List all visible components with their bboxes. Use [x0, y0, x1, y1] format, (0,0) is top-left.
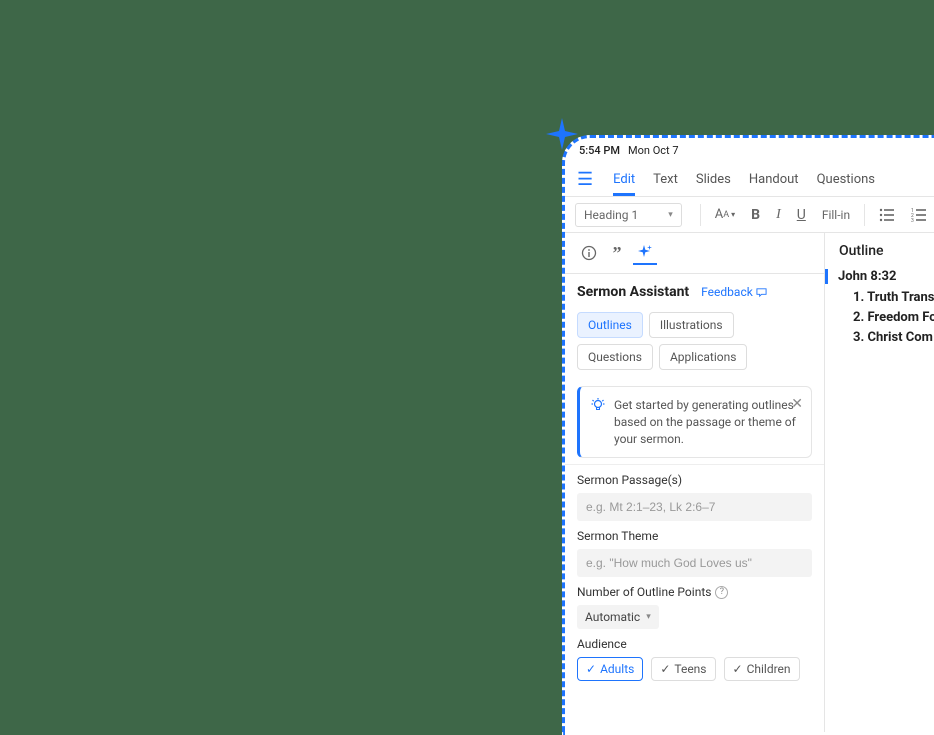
feedback-link[interactable]: Feedback [701, 285, 767, 299]
underline-button[interactable]: U [791, 203, 812, 227]
theme-input[interactable] [577, 549, 812, 577]
pill-questions[interactable]: Questions [577, 344, 653, 370]
theme-label: Sermon Theme [577, 529, 812, 543]
hint-box: Get started by generating outlines based… [577, 386, 812, 458]
outline-reference[interactable]: John 8:32 [825, 269, 934, 284]
main-tabs: ☰ Edit Text Slides Handout Questions [565, 163, 934, 197]
pill-illustrations[interactable]: Illustrations [649, 312, 734, 338]
tab-edit[interactable]: Edit [613, 164, 635, 195]
status-date: Mon Oct 7 [628, 144, 679, 157]
chip-children[interactable]: ✓ Children [724, 657, 800, 681]
chevron-down-icon: ▾ [646, 612, 651, 622]
menu-icon[interactable]: ☰ [577, 169, 593, 190]
assistant-title: Sermon Assistant [577, 284, 689, 300]
audience-label: Audience [577, 637, 812, 651]
outline-panel: Outline John 8:32 1. Truth Trans 2. Free… [825, 233, 934, 732]
close-icon[interactable]: ✕ [791, 395, 803, 415]
pill-outlines[interactable]: Outlines [577, 312, 643, 338]
points-value: Automatic [585, 610, 640, 624]
chat-icon [756, 287, 767, 298]
audience-chips: ✓ Adults ✓ Teens ✓ Children [577, 657, 812, 681]
main-area: ” Sermon Assistant Feedback Outlines Ill… [565, 233, 934, 732]
passage-field: Sermon Passage(s) [565, 464, 824, 521]
points-dropdown[interactable]: Automatic ▾ [577, 605, 659, 629]
info-icon[interactable] [577, 241, 601, 265]
assistant-icon-tabs: ” [565, 233, 824, 274]
bold-button[interactable]: B [745, 203, 766, 227]
outline-title: Outline [839, 243, 934, 259]
app-window: 5:54 PM Mon Oct 7 ☰ Edit Text Slides Han… [562, 135, 934, 735]
check-icon: ✓ [586, 662, 596, 676]
theme-field: Sermon Theme [565, 521, 824, 577]
star-decoration [546, 118, 578, 150]
outline-item[interactable]: 1. Truth Trans [853, 290, 934, 305]
font-size-button[interactable]: AA▾ [709, 203, 741, 226]
italic-button[interactable]: I [770, 203, 787, 227]
outline-list: 1. Truth Trans 2. Freedom Fo 3. Christ C… [839, 290, 934, 345]
check-icon: ✓ [660, 662, 670, 676]
feedback-label: Feedback [701, 285, 753, 299]
heading-dropdown[interactable]: Heading 1 ▾ [575, 203, 682, 227]
check-icon: ✓ [733, 662, 743, 676]
assistant-title-row: Sermon Assistant Feedback [565, 274, 824, 308]
help-icon[interactable]: ? [715, 586, 728, 599]
status-bar: 5:54 PM Mon Oct 7 [565, 138, 934, 163]
outline-item[interactable]: 3. Christ Com [853, 330, 934, 345]
outline-item[interactable]: 2. Freedom Fo [853, 310, 934, 325]
points-label: Number of Outline Points ? [577, 585, 812, 599]
passage-label: Sermon Passage(s) [577, 473, 812, 487]
assistant-panel: ” Sermon Assistant Feedback Outlines Ill… [565, 233, 825, 732]
chip-adults[interactable]: ✓ Adults [577, 657, 643, 681]
heading-dropdown-label: Heading 1 [584, 208, 638, 222]
tab-handout[interactable]: Handout [749, 164, 799, 195]
tab-slides[interactable]: Slides [696, 164, 731, 195]
tab-text[interactable]: Text [653, 164, 678, 195]
chip-teens[interactable]: ✓ Teens [651, 657, 715, 681]
passage-input[interactable] [577, 493, 812, 521]
numbered-list-icon[interactable]: 123 [905, 203, 933, 227]
chevron-down-icon: ▾ [668, 210, 673, 220]
points-field: Number of Outline Points ? Automatic ▾ [565, 577, 824, 629]
hint-text: Get started by generating outlines based… [614, 397, 801, 447]
bullet-list-icon[interactable] [873, 203, 901, 227]
tab-questions[interactable]: Questions [817, 164, 875, 195]
quote-icon[interactable]: ” [605, 241, 629, 265]
svg-text:3: 3 [911, 218, 914, 223]
divider [700, 204, 701, 226]
assistant-pill-tabs: Outlines Illustrations Questions Applica… [565, 308, 824, 380]
status-time: 5:54 PM [579, 144, 620, 157]
divider [864, 204, 865, 226]
audience-field: Audience ✓ Adults ✓ Teens ✓ Children [565, 629, 824, 681]
format-toolbar: Heading 1 ▾ AA▾ B I U Fill-in 123 [565, 197, 934, 233]
sparkle-icon[interactable] [633, 241, 657, 265]
pill-applications[interactable]: Applications [659, 344, 747, 370]
lightbulb-icon [590, 397, 606, 447]
fillin-button[interactable]: Fill-in [816, 204, 856, 226]
